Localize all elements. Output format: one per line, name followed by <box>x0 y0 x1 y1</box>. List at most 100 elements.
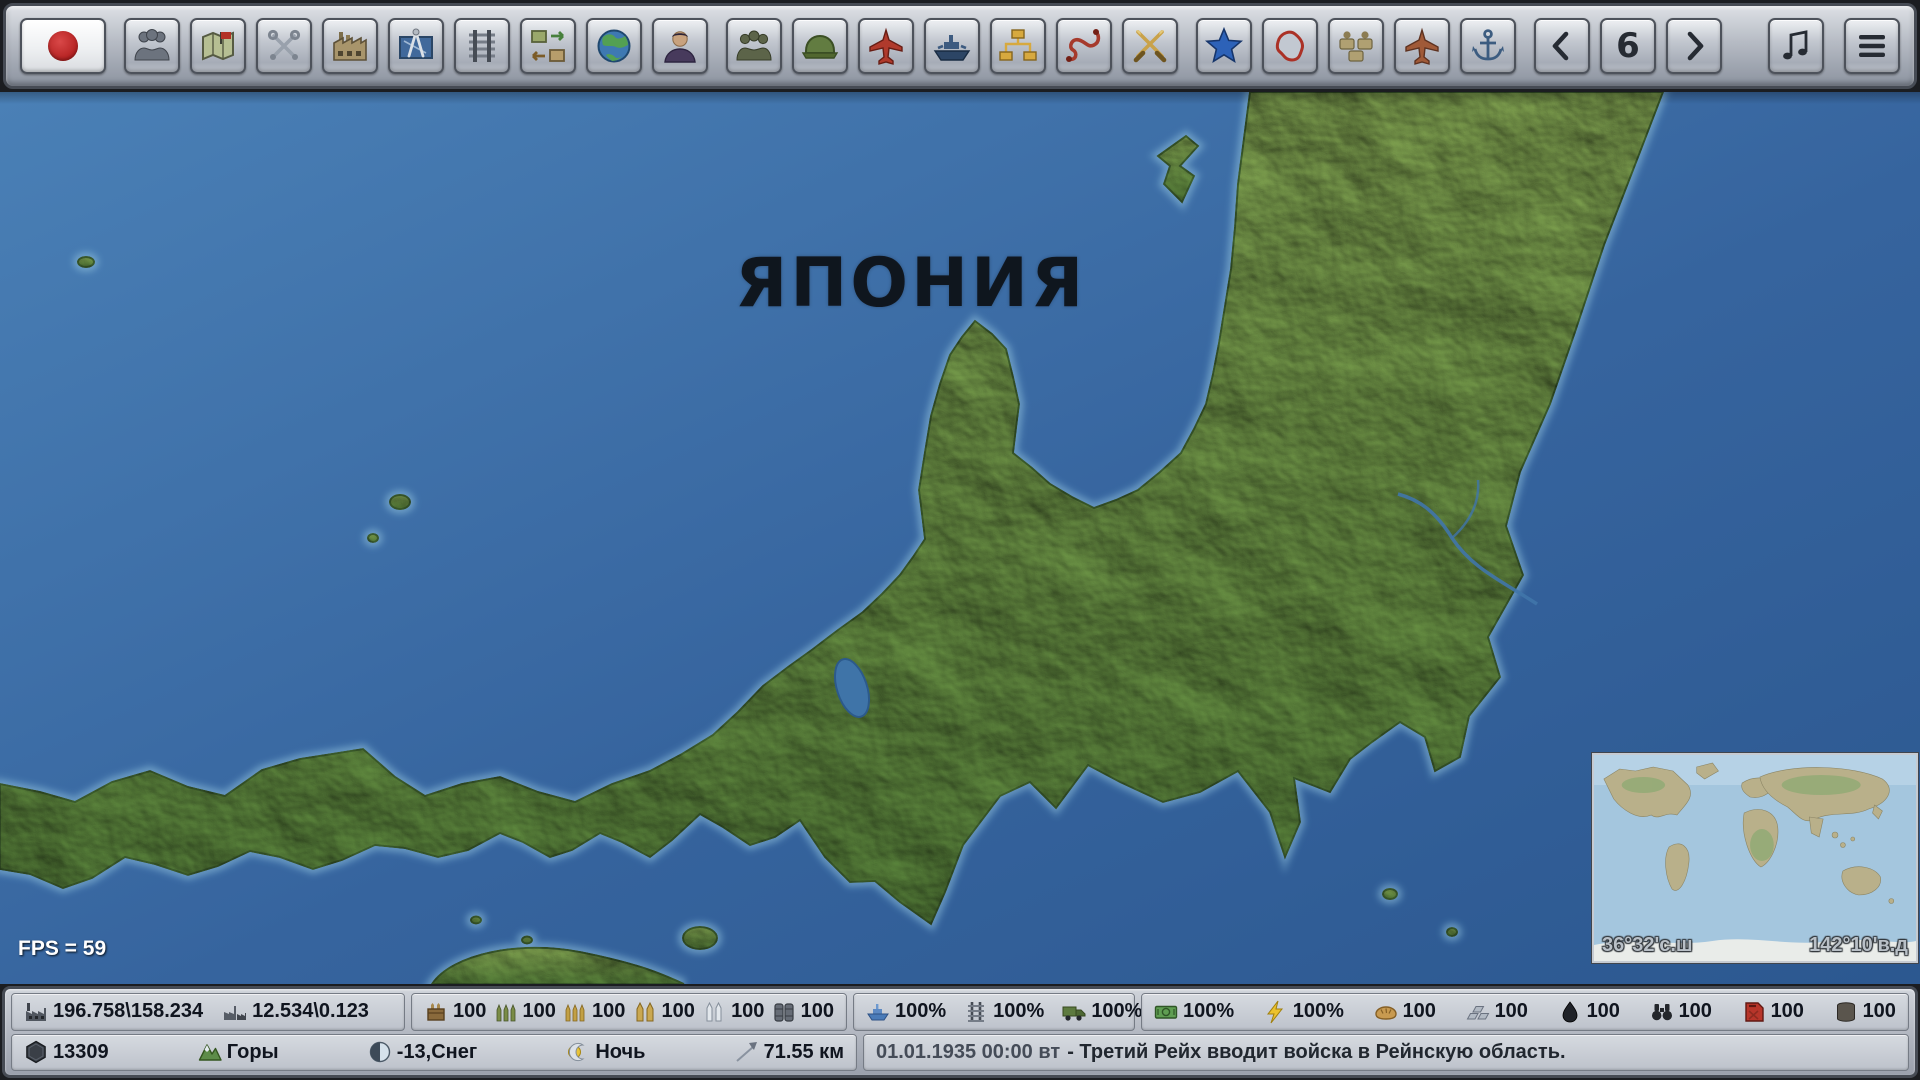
bullets-gold-value: 100 <box>592 1000 625 1023</box>
steel-icon <box>1466 1000 1490 1024</box>
event-log[interactable]: 01.01.1935 00:00 вт - Третий Рейх вводит… <box>863 1034 1909 1072</box>
trade-button[interactable] <box>520 18 576 74</box>
minimap[interactable]: 36°32'с.ш 142°10'в.д <box>1592 753 1918 963</box>
production-tools-button[interactable] <box>256 18 312 74</box>
population-button[interactable] <box>124 18 180 74</box>
toolbar-group <box>124 18 708 74</box>
game-speed-value: 6 <box>1616 26 1640 66</box>
factory-stat: 196.758\158.234 <box>24 1000 203 1024</box>
toolbar-group <box>1196 18 1516 74</box>
truck-icon <box>1062 1000 1086 1024</box>
industry-icon <box>330 26 370 66</box>
army-button[interactable] <box>726 18 782 74</box>
objectives-icon <box>1204 26 1244 66</box>
minimap-longitude: 142°10'в.д <box>1809 934 1908 957</box>
game-speed-display[interactable]: 6 <box>1600 18 1656 74</box>
supply-lines-button[interactable] <box>1056 18 1112 74</box>
mountain-icon <box>198 1040 222 1064</box>
production-tools-icon <box>264 26 304 66</box>
binoculars-value: 100 <box>1679 1000 1712 1023</box>
info-row: 13309Горы-13,СнегНочь71.55 км 01.01.1935… <box>11 1034 1909 1072</box>
all-units-button[interactable] <box>1328 18 1384 74</box>
minimap-latitude: 36°32'с.ш <box>1602 934 1693 957</box>
railways-button[interactable] <box>454 18 510 74</box>
fuel-stat: 100 <box>1742 1000 1804 1024</box>
manpower-icon <box>223 1000 247 1024</box>
naval-units-icon <box>932 26 972 66</box>
army-icon <box>734 26 774 66</box>
steel-value: 100 <box>1495 1000 1528 1023</box>
menu-button[interactable] <box>1844 18 1900 74</box>
supply-lines-icon <box>1064 26 1104 66</box>
diplomacy-icon <box>660 26 700 66</box>
steel-stat: 100 <box>1466 1000 1528 1024</box>
energy-value: 100% <box>1293 1000 1344 1023</box>
game-date: 01.01.1935 00:00 вт <box>876 1041 1060 1064</box>
powder-kegs-value: 100 <box>801 1000 834 1023</box>
distance-stat: 71.55 км <box>735 1040 844 1064</box>
air-groups-button[interactable] <box>1394 18 1450 74</box>
naval-bases-button[interactable] <box>1460 18 1516 74</box>
all-units-icon <box>1336 26 1376 66</box>
manpower-value: 12.534\0.123 <box>252 1000 369 1023</box>
provinces-button[interactable] <box>1262 18 1318 74</box>
binoculars-stat: 100 <box>1650 1000 1712 1024</box>
objectives-button[interactable] <box>1196 18 1252 74</box>
toolbar-group <box>1768 18 1824 74</box>
industry-button[interactable] <box>322 18 378 74</box>
battles-icon <box>1130 26 1170 66</box>
event-message: - Третий Рейх вводит войска в Рейнскую о… <box>1067 1041 1565 1064</box>
oil-value: 100 <box>1587 1000 1620 1023</box>
shells-green-value: 100 <box>523 1000 556 1023</box>
day-night-stat: Ночь <box>566 1040 645 1064</box>
world-button[interactable] <box>586 18 642 74</box>
powder-kegs-stat: 100 <box>772 1000 834 1024</box>
land-units-button[interactable] <box>792 18 848 74</box>
status-bar-area: 196.758\158.234 12.534\0.123 100 100 100 100 1… <box>0 984 1920 1080</box>
population-icon <box>132 26 172 66</box>
political-map-button[interactable] <box>190 18 246 74</box>
fuel-icon <box>1742 1000 1766 1024</box>
ship-value: 100% <box>895 1000 946 1023</box>
flag-japan-button[interactable] <box>20 18 106 74</box>
manpower-stat: 12.534\0.123 <box>223 1000 369 1024</box>
terrain-info-group: 13309Горы-13,СнегНочь71.55 км <box>11 1034 857 1072</box>
resource-group-production: 196.758\158.234 12.534\0.123 <box>11 993 405 1031</box>
minimap-world-icon <box>1594 755 1916 961</box>
speed-up-button[interactable] <box>1666 18 1722 74</box>
battles-button[interactable] <box>1122 18 1178 74</box>
status-bar-panel: 196.758\158.234 12.534\0.123 100 100 100 100 1… <box>2 986 1918 1078</box>
country-label: ЯПОНИЯ <box>735 244 1086 323</box>
shells-gold-stat: 100 <box>633 1000 695 1024</box>
music-button[interactable] <box>1768 18 1824 74</box>
world-map[interactable]: ЯПОНИЯ FPS = 59 <box>0 92 1920 984</box>
powder-kegs-icon <box>772 1000 796 1024</box>
money-stat: 100% <box>1154 1000 1234 1024</box>
torpedoes-stat: 100 <box>702 1000 764 1024</box>
speed-up-icon <box>1674 26 1714 66</box>
factory-value: 196.758\158.234 <box>53 1000 203 1023</box>
construction-button[interactable] <box>388 18 444 74</box>
day-night-icon <box>566 1040 590 1064</box>
resource-group-munitions: 100100100100100100 <box>411 993 847 1031</box>
resource-group-economy: 100%100%100100100100100100 <box>1141 993 1909 1031</box>
provinces-icon <box>1270 26 1310 66</box>
energy-icon <box>1264 1000 1288 1024</box>
speed-down-button[interactable] <box>1534 18 1590 74</box>
toolbar: 6 <box>3 3 1917 89</box>
shells-gold-value: 100 <box>662 1000 695 1023</box>
land-units-icon <box>800 26 840 66</box>
toolbar-group <box>20 18 106 74</box>
energy-stat: 100% <box>1264 1000 1344 1024</box>
torpedoes-value: 100 <box>731 1000 764 1023</box>
command-structure-button[interactable] <box>990 18 1046 74</box>
japan-flag-icon <box>48 31 78 61</box>
money-icon <box>1154 1000 1178 1024</box>
oil-icon <box>1558 1000 1582 1024</box>
diplomacy-button[interactable] <box>652 18 708 74</box>
food-value: 100 <box>1403 1000 1436 1023</box>
money-value: 100% <box>1183 1000 1234 1023</box>
mountain-value: Горы <box>227 1041 279 1064</box>
naval-units-button[interactable] <box>924 18 980 74</box>
air-units-button[interactable] <box>858 18 914 74</box>
